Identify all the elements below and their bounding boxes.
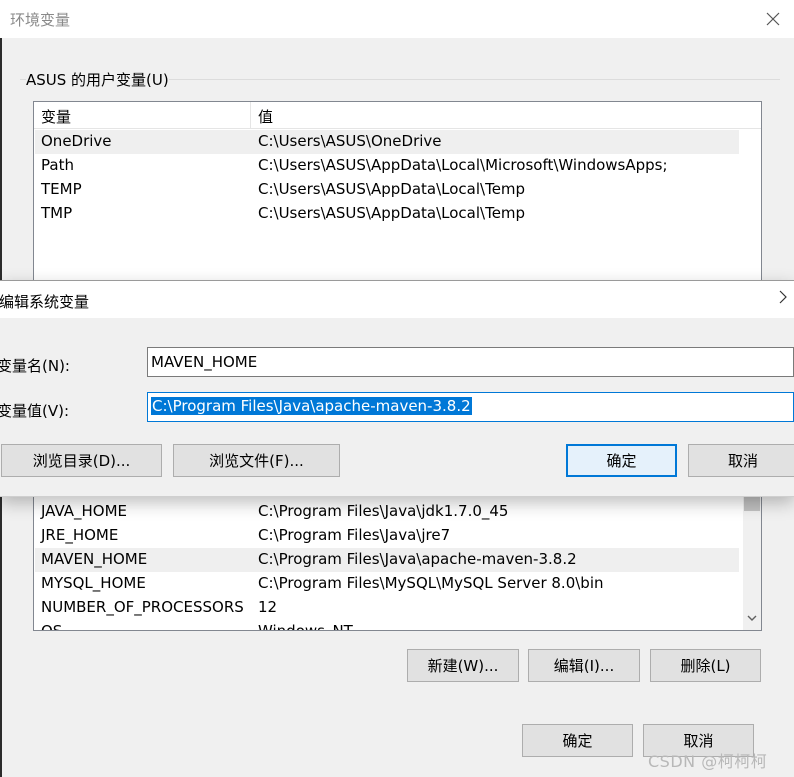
variable-name: OS xyxy=(41,622,63,631)
variable-value-label: 变量值(V): xyxy=(0,402,70,420)
variable-value: C:\Program Files\Java\jdk1.7.0_45 xyxy=(258,502,509,520)
close-icon xyxy=(766,12,780,26)
variable-name-label: 变量名(N): xyxy=(0,357,70,375)
user-vars-group-label: ASUS 的用户变量(U) xyxy=(26,69,169,90)
edit-ok-label: 确定 xyxy=(606,452,637,470)
column-header-variable[interactable]: 变量 xyxy=(41,106,71,127)
table-row[interactable]: JAVA_HOME C:\Program Files\Java\jdk1.7.0… xyxy=(35,500,739,524)
table-row[interactable]: Path C:\Users\ASUS\AppData\Local\Microso… xyxy=(35,154,739,178)
edit-system-variable-button[interactable]: 编辑(I)... xyxy=(528,649,640,682)
variable-name: MYSQL_HOME xyxy=(41,574,146,592)
edit-ok-button[interactable]: 确定 xyxy=(566,444,677,477)
edit-system-variable-dialog: 编辑系统变量 变量名(N): MAVEN_HOME 变量值(V): C:\Pro… xyxy=(0,280,794,497)
browse-directory-button[interactable]: 浏览目录(D)... xyxy=(1,444,162,477)
table-row[interactable]: MAVEN_HOME C:\Program Files\Java\apache-… xyxy=(35,548,739,572)
variable-name-input[interactable]: MAVEN_HOME xyxy=(147,347,794,377)
variable-name: TEMP xyxy=(41,180,82,198)
scroll-thumb[interactable] xyxy=(744,495,760,511)
main-window-title: 环境变量 xyxy=(10,11,71,29)
main-title-bar: 环境变量 xyxy=(0,0,794,38)
variable-value: C:\Program Files\Java\jre7 xyxy=(258,526,451,544)
csdn-watermark: CSDN @柯柯柯 xyxy=(648,752,768,771)
variable-value: 12 xyxy=(258,598,278,616)
variable-value-input-text: C:\Program Files\Java\apache-maven-3.8.2 xyxy=(151,397,472,415)
variable-value: C:\Users\ASUS\AppData\Local\Temp xyxy=(258,180,526,198)
variable-name: JAVA_HOME xyxy=(41,502,128,520)
delete-button-label: 删除(L) xyxy=(680,657,731,675)
table-row[interactable]: MYSQL_HOME C:\Program Files\MySQL\MySQL … xyxy=(35,572,739,596)
variable-name: Path xyxy=(41,156,74,174)
new-button-label: 新建(W)... xyxy=(427,657,499,675)
variable-name: NUMBER_OF_PROCESSORS xyxy=(41,598,244,616)
variable-value: C:\Program Files\MySQL\MySQL Server 8.0\… xyxy=(258,574,604,592)
variable-value: Windows_NT xyxy=(258,622,353,631)
variable-value-input[interactable]: C:\Program Files\Java\apache-maven-3.8.2 xyxy=(147,392,794,422)
edit-dialog-title: 编辑系统变量 xyxy=(0,293,90,311)
close-icon[interactable] xyxy=(778,289,788,305)
variable-value: C:\Users\ASUS\OneDrive xyxy=(258,132,442,150)
column-header-value[interactable]: 值 xyxy=(258,106,273,127)
system-list-scrollbar[interactable] xyxy=(743,481,761,630)
variable-name: OneDrive xyxy=(41,132,112,150)
edit-cancel-button[interactable]: 取消 xyxy=(688,444,794,477)
variable-name: MAVEN_HOME xyxy=(41,550,148,568)
table-row[interactable]: TMP C:\Users\ASUS\AppData\Local\Temp xyxy=(35,202,739,226)
browse-file-label: 浏览文件(F)... xyxy=(209,452,304,470)
delete-system-variable-button[interactable]: 删除(L) xyxy=(650,649,761,682)
user-list-header: 变量 值 xyxy=(34,102,761,129)
edit-button-label: 编辑(I)... xyxy=(553,657,615,675)
variable-name-input-text: MAVEN_HOME xyxy=(151,353,258,371)
browse-directory-label: 浏览目录(D)... xyxy=(32,452,131,470)
variable-value: C:\Users\ASUS\AppData\Local\Microsoft\Wi… xyxy=(258,156,668,174)
edit-dialog-title-bar: 编辑系统变量 xyxy=(0,280,794,318)
browse-file-button[interactable]: 浏览文件(F)... xyxy=(173,444,340,477)
variable-value: C:\Users\ASUS\AppData\Local\Temp xyxy=(258,204,526,222)
user-variables-list[interactable]: 变量 值 OneDrive C:\Users\ASUS\OneDrive Pat… xyxy=(33,101,762,291)
chevron-down-icon[interactable] xyxy=(747,614,757,622)
table-row[interactable]: JRE_HOME C:\Program Files\Java\jre7 xyxy=(35,524,739,548)
variable-name: TMP xyxy=(41,204,73,222)
main-ok-button[interactable]: 确定 xyxy=(522,724,633,757)
ok-button-label: 确定 xyxy=(562,732,593,750)
table-row[interactable]: OS Windows_NT xyxy=(35,620,739,631)
variable-value: C:\Program Files\Java\apache-maven-3.8.2 xyxy=(258,550,577,568)
variable-name: JRE_HOME xyxy=(41,526,119,544)
table-row[interactable]: TEMP C:\Users\ASUS\AppData\Local\Temp xyxy=(35,178,739,202)
table-row[interactable]: NUMBER_OF_PROCESSORS 12 xyxy=(35,596,739,620)
new-system-variable-button[interactable]: 新建(W)... xyxy=(407,649,519,682)
edit-cancel-label: 取消 xyxy=(727,452,758,470)
table-row[interactable]: OneDrive C:\Users\ASUS\OneDrive xyxy=(35,130,739,154)
system-variables-list[interactable]: JAVA_HOME C:\Program Files\Java\jdk1.7.0… xyxy=(33,480,762,631)
column-separator[interactable] xyxy=(250,102,251,128)
main-close-button[interactable] xyxy=(755,0,791,38)
